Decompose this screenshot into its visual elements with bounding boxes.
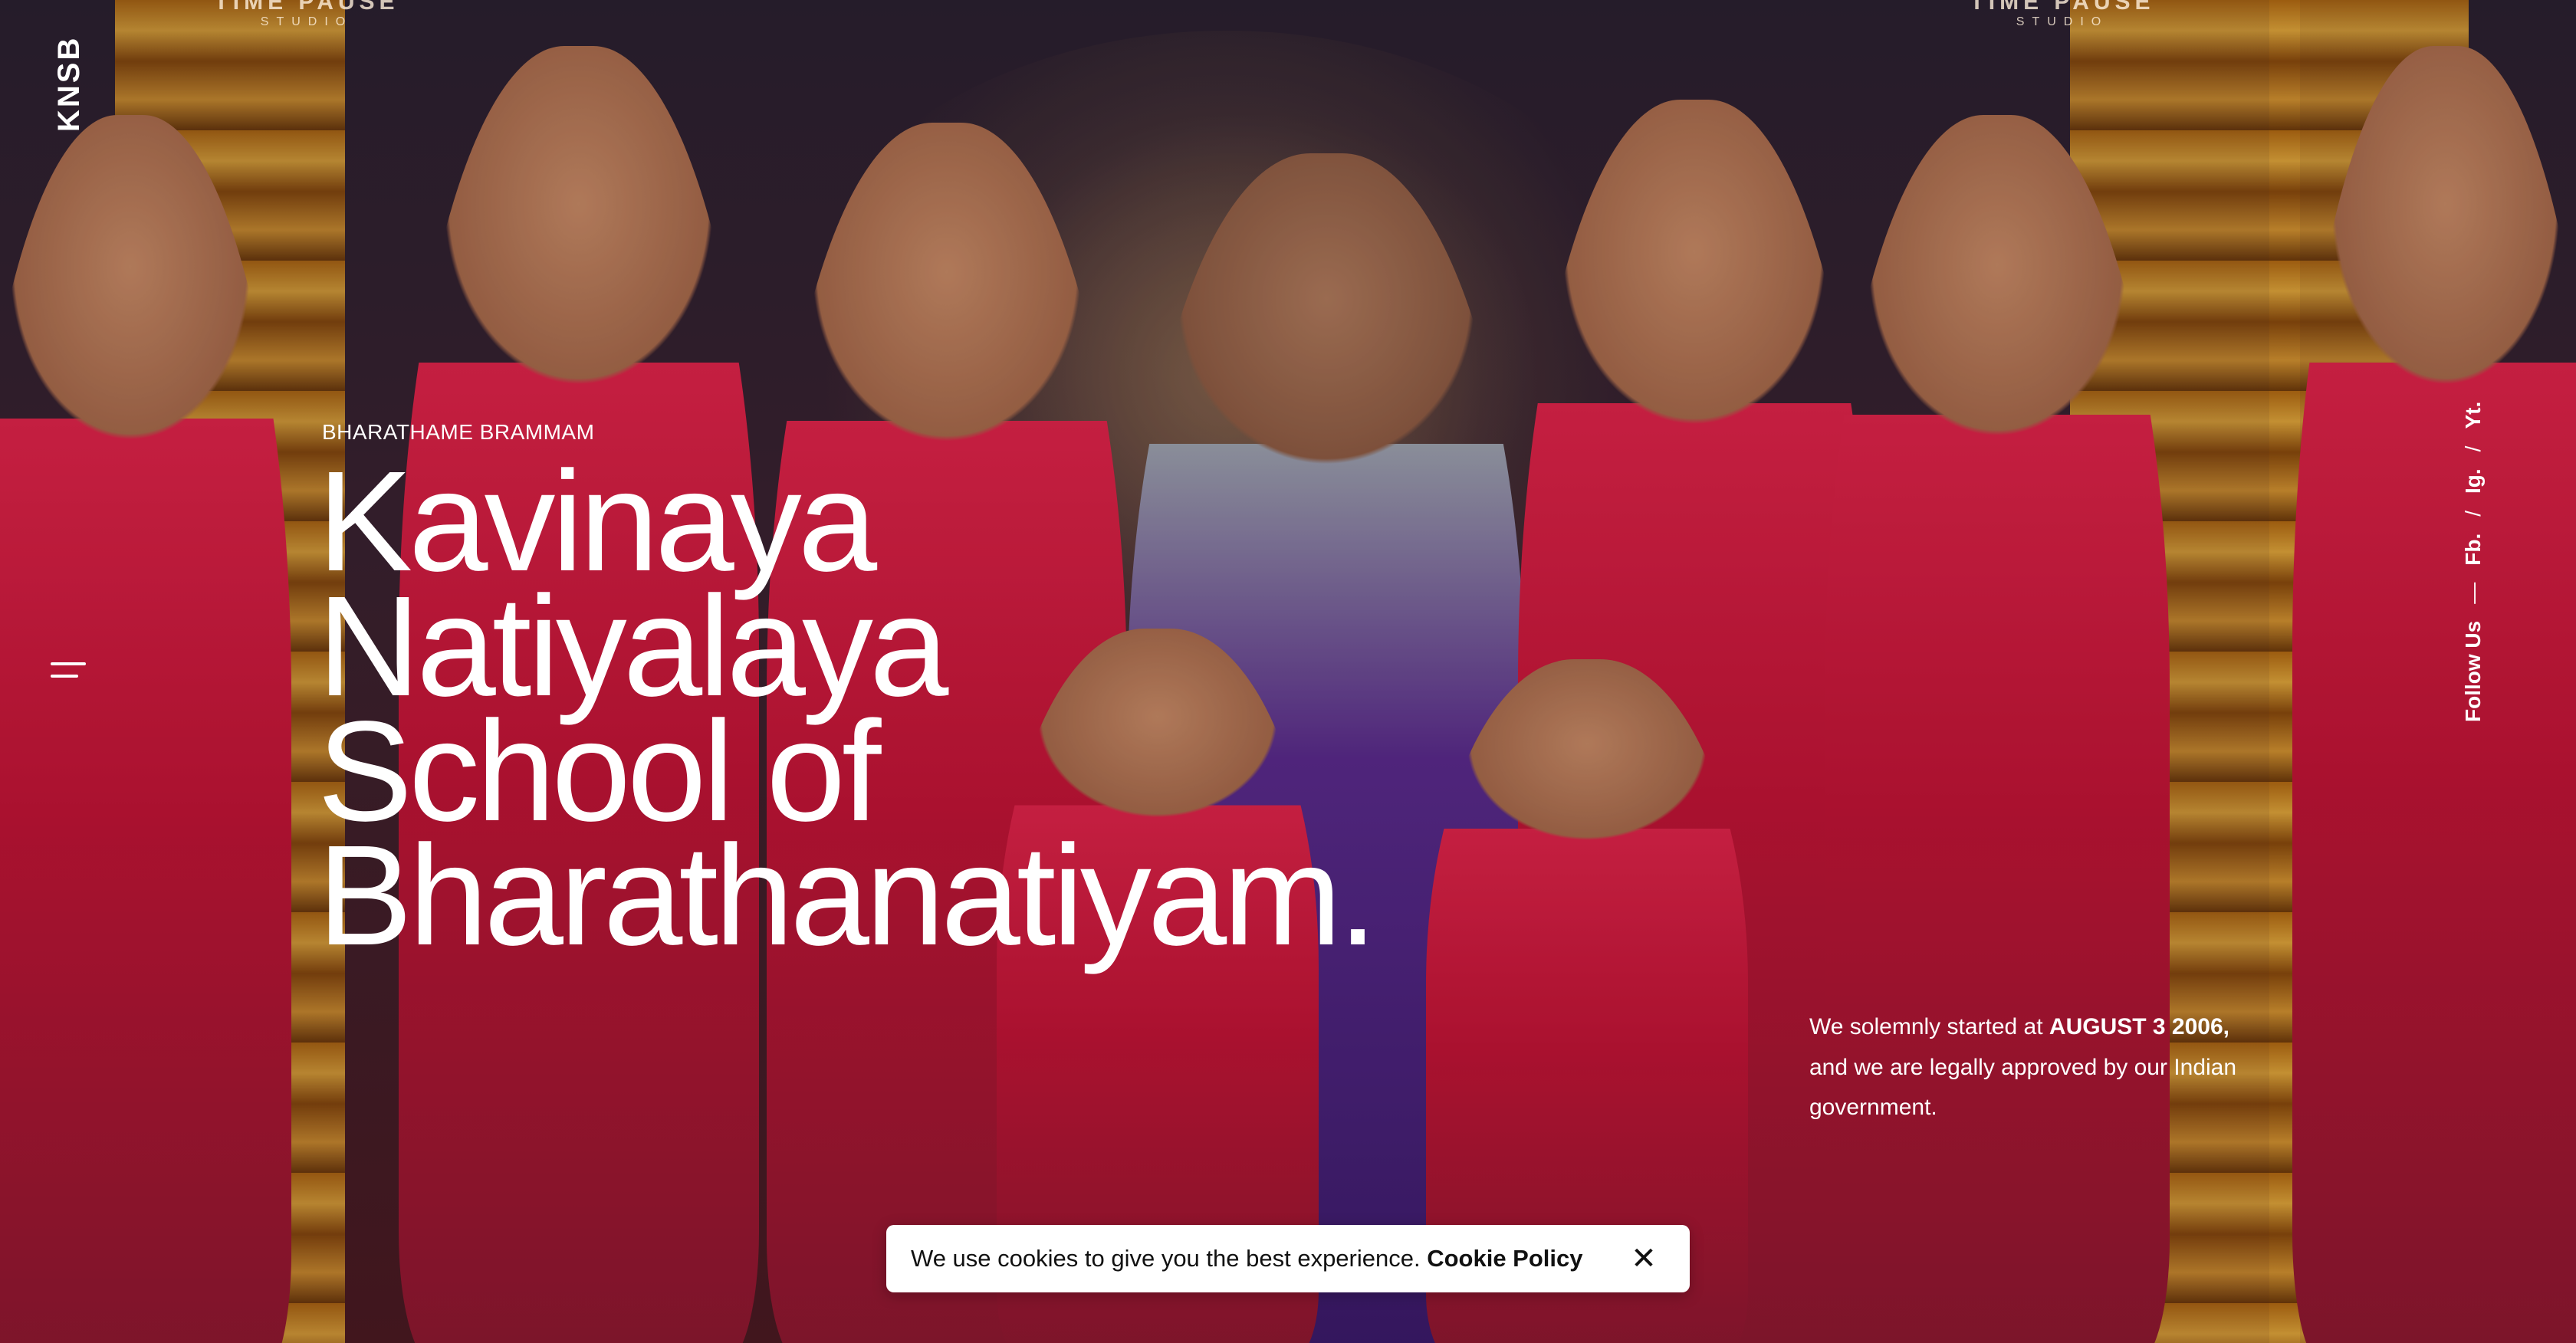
hero-title-line: Natiyalaya	[317, 566, 948, 726]
photo-watermark-left: TIME PAUSE STUDIO	[214, 0, 399, 28]
hero-title: Kavinaya Natiyalaya School of Bharathana…	[317, 442, 1378, 976]
photo-watermark-right: TIME PAUSE STUDIO	[1970, 0, 2155, 28]
follow-us-label: Follow Us	[2461, 620, 2485, 722]
hero-title-line: Bharathanatiyam.	[317, 816, 1378, 976]
hero-title-line: Kavinaya	[317, 442, 877, 601]
hero-eyebrow: BHARATHAME BRAMMAM	[322, 420, 595, 444]
cookie-message: We use cookies to give you the best expe…	[911, 1245, 1583, 1272]
social-links: Follow Us — Fb. / Ig. / Yt.	[2461, 401, 2486, 722]
cookie-banner: We use cookies to give you the best expe…	[886, 1225, 1690, 1292]
facebook-link[interactable]: Fb.	[2461, 534, 2486, 566]
close-icon[interactable]: ✕	[1627, 1242, 1661, 1276]
founding-date: AUGUST 3 2006,	[2049, 1014, 2229, 1039]
instagram-link[interactable]: Ig.	[2461, 468, 2486, 494]
divider: —	[2461, 582, 2485, 604]
hero-title-line: School of	[317, 691, 882, 851]
cookie-policy-link[interactable]: Cookie Policy	[1427, 1245, 1582, 1272]
site-logo[interactable]: KNSB	[52, 36, 87, 132]
menu-icon[interactable]	[51, 659, 87, 682]
intro-text: We solemnly started at AUGUST 3 2006, an…	[1809, 1014, 2237, 1120]
youtube-link[interactable]: Yt.	[2461, 402, 2486, 429]
